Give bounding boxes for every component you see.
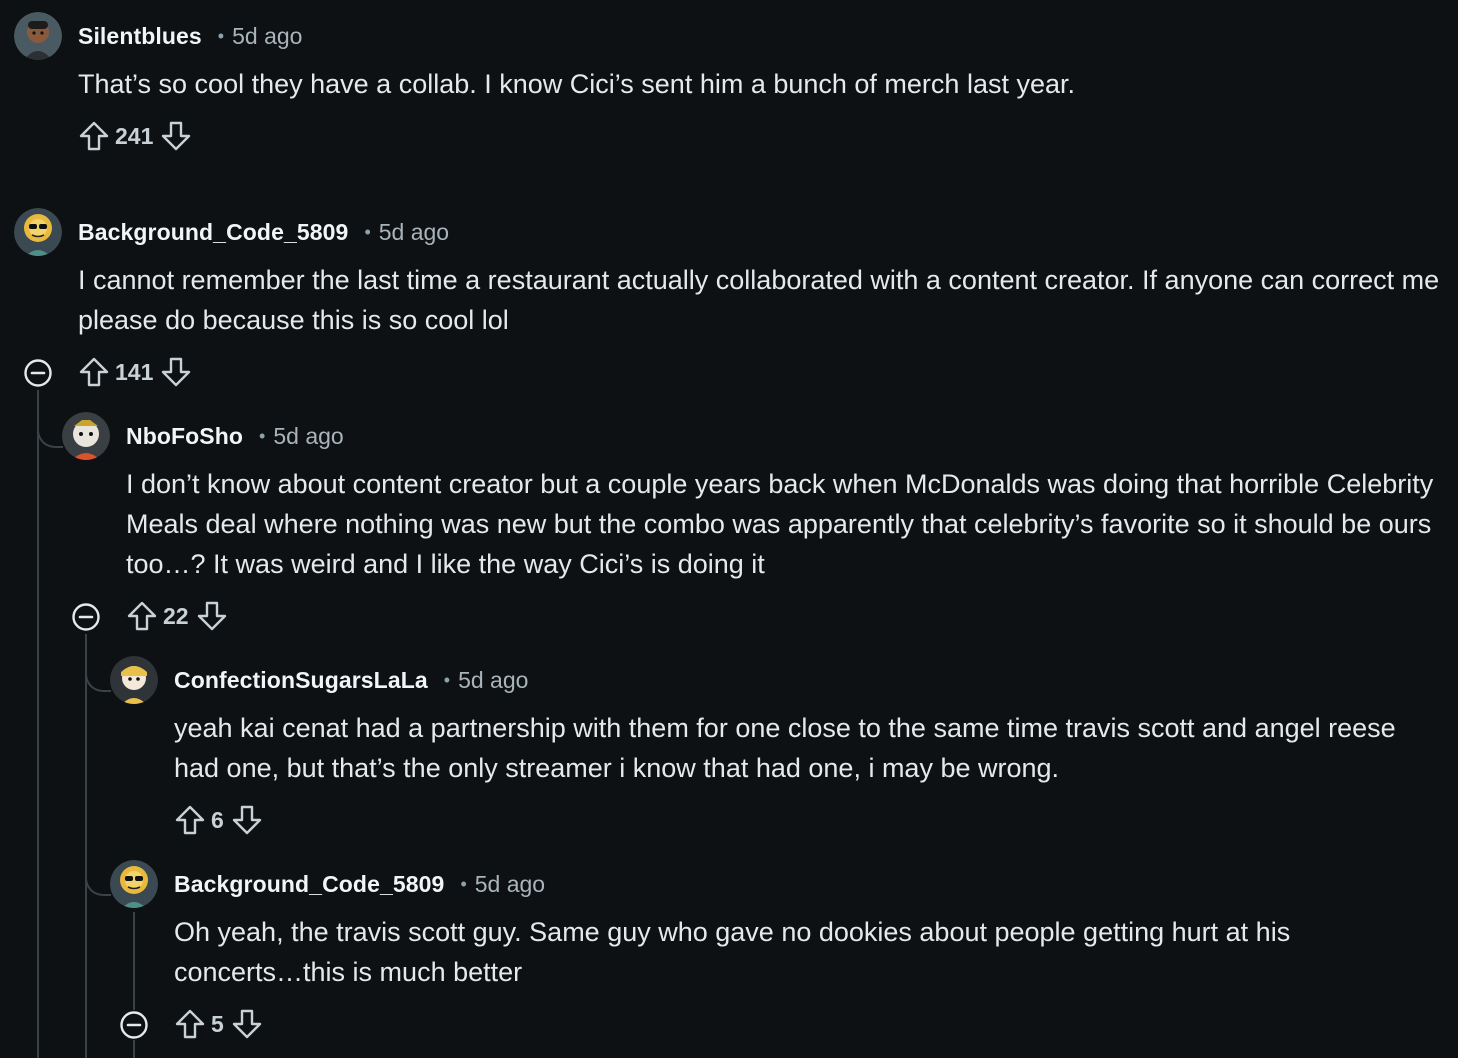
downvote-button[interactable] bbox=[159, 119, 193, 153]
comment-body: Oh yeah, the travis scott guy. Same guy … bbox=[174, 917, 1291, 987]
downvote-button[interactable] bbox=[159, 355, 193, 389]
upvote-button[interactable] bbox=[77, 119, 111, 153]
vote-score: 241 bbox=[115, 122, 154, 149]
timestamp[interactable]: 5d ago bbox=[475, 871, 545, 898]
timestamp[interactable]: 5d ago bbox=[458, 667, 528, 694]
arrow-up-outline-icon bbox=[174, 1008, 206, 1040]
comment-body: yeah kai cenat had a partnership with th… bbox=[174, 713, 1396, 783]
downvote-button[interactable] bbox=[230, 803, 264, 837]
user-avatar-icon bbox=[110, 656, 158, 704]
separator-dot: • bbox=[443, 669, 451, 690]
username[interactable]: Background_Code_5809 bbox=[78, 219, 348, 246]
vote-bar: 141 bbox=[77, 354, 193, 390]
separator-dot: • bbox=[259, 425, 266, 446]
thread-line-level-3b bbox=[133, 1040, 135, 1058]
vote-score: 6 bbox=[211, 806, 224, 833]
avatar[interactable] bbox=[14, 12, 62, 60]
upvote-button[interactable] bbox=[125, 599, 159, 633]
avatar[interactable] bbox=[110, 860, 158, 908]
username[interactable]: Silentblues bbox=[78, 23, 202, 50]
username[interactable]: NboFoSho bbox=[126, 423, 243, 450]
comment-body: I cannot remember the last time a restau… bbox=[78, 265, 1440, 335]
avatar[interactable] bbox=[110, 656, 158, 704]
separator-dot: • bbox=[217, 25, 225, 46]
separator-dot: • bbox=[460, 873, 467, 894]
upvote-button[interactable] bbox=[173, 1007, 207, 1041]
thread-connector bbox=[85, 670, 111, 692]
minus-circle-icon bbox=[23, 358, 53, 388]
arrow-down-outline-icon bbox=[231, 1008, 263, 1040]
vote-bar: 241 bbox=[77, 118, 193, 154]
minus-circle-icon bbox=[119, 1010, 149, 1040]
thread-line-level-3 bbox=[133, 912, 135, 1010]
vote-score: 5 bbox=[211, 1010, 224, 1037]
username[interactable]: Background_Code_5809 bbox=[174, 871, 444, 898]
downvote-button[interactable] bbox=[230, 1007, 264, 1041]
separator-dot: • bbox=[364, 221, 371, 242]
thread-connector bbox=[37, 426, 63, 448]
user-avatar-icon bbox=[14, 208, 62, 256]
arrow-up-outline-icon bbox=[78, 356, 110, 388]
avatar[interactable] bbox=[14, 208, 62, 256]
thread-connector bbox=[85, 874, 111, 896]
collapse-thread-button[interactable] bbox=[71, 602, 101, 632]
user-avatar-icon bbox=[110, 860, 158, 908]
collapse-thread-button[interactable] bbox=[23, 358, 53, 388]
timestamp[interactable]: 5d ago bbox=[273, 423, 343, 450]
comment-body: That’s so cool they have a collab. I kno… bbox=[78, 69, 1075, 99]
user-avatar-icon bbox=[14, 12, 62, 60]
arrow-up-outline-icon bbox=[126, 600, 158, 632]
vote-score: 22 bbox=[163, 602, 189, 629]
username[interactable]: ConfectionSugarsLaLa bbox=[174, 667, 428, 694]
user-avatar-icon bbox=[62, 412, 110, 460]
collapse-thread-button[interactable] bbox=[119, 1010, 149, 1040]
timestamp[interactable]: 5d ago bbox=[232, 23, 302, 50]
minus-circle-icon bbox=[71, 602, 101, 632]
downvote-button[interactable] bbox=[195, 599, 229, 633]
arrow-up-outline-icon bbox=[174, 804, 206, 836]
comment-body: I don’t know about content creator but a… bbox=[126, 469, 1434, 579]
vote-bar: 5 bbox=[173, 1006, 264, 1042]
arrow-down-outline-icon bbox=[231, 804, 263, 836]
upvote-button[interactable] bbox=[77, 355, 111, 389]
thread-line-level-2 bbox=[85, 634, 87, 1058]
arrow-up-outline-icon bbox=[78, 120, 110, 152]
vote-score: 141 bbox=[115, 358, 154, 385]
arrow-down-outline-icon bbox=[160, 120, 192, 152]
avatar[interactable] bbox=[62, 412, 110, 460]
arrow-down-outline-icon bbox=[160, 356, 192, 388]
upvote-button[interactable] bbox=[173, 803, 207, 837]
thread-line-level-1 bbox=[37, 390, 39, 1058]
vote-bar: 22 bbox=[125, 598, 229, 634]
arrow-down-outline-icon bbox=[196, 600, 228, 632]
timestamp[interactable]: 5d ago bbox=[379, 219, 449, 246]
vote-bar: 6 bbox=[173, 802, 264, 838]
